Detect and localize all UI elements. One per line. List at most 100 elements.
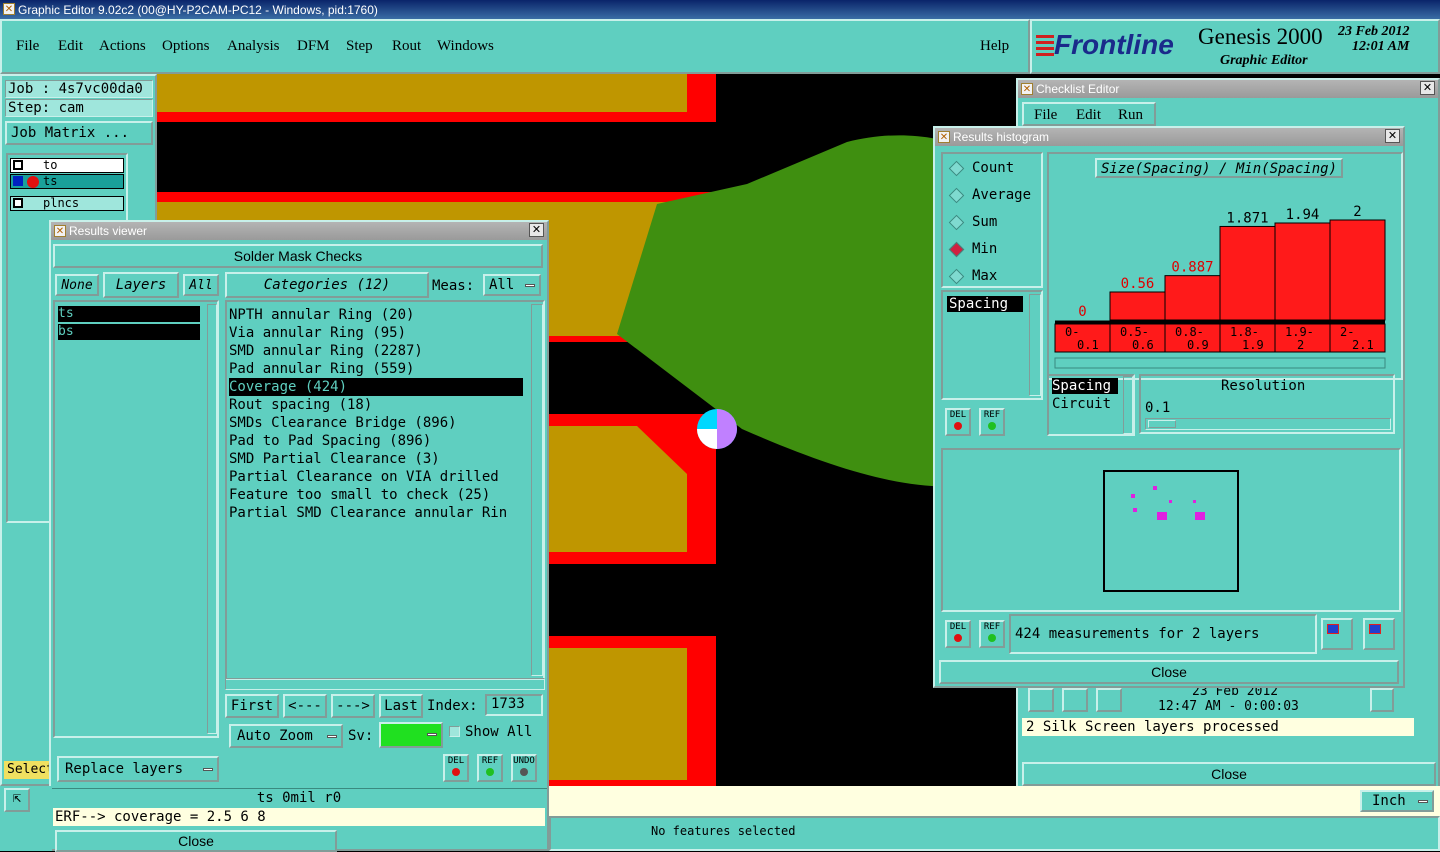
mode-sum-radio[interactable]: Sum xyxy=(948,214,997,230)
histogram-bar[interactable] xyxy=(1164,275,1221,321)
sv-select[interactable] xyxy=(379,722,443,748)
next-button[interactable]: ---> xyxy=(331,694,375,718)
category-item[interactable]: SMD annular Ring (2287) xyxy=(229,342,523,360)
ref-button[interactable]: REF xyxy=(477,754,503,782)
histogram-bar[interactable] xyxy=(1109,291,1166,321)
menu-actions[interactable]: Actions xyxy=(99,38,146,55)
undo-button[interactable]: UNDO xyxy=(511,754,537,782)
prev-button[interactable]: <--- xyxy=(283,694,327,718)
layer-row[interactable]: to xyxy=(10,158,124,173)
ref-button[interactable]: REF xyxy=(979,408,1005,436)
del-button[interactable]: DEL xyxy=(945,408,971,436)
list-item[interactable]: bs xyxy=(58,324,200,340)
category-item[interactable]: NPTH annular Ring (20) xyxy=(229,306,523,324)
checklist-menu-file[interactable]: File xyxy=(1034,107,1057,124)
checklist-action-icon[interactable] xyxy=(1062,688,1088,712)
checklist-close-button[interactable]: Close xyxy=(1022,762,1436,786)
mode-min-radio[interactable]: Min xyxy=(948,241,997,257)
export-icon[interactable] xyxy=(1321,618,1353,650)
checklist-action-icon[interactable] xyxy=(1096,688,1122,712)
scrollbar[interactable] xyxy=(531,304,543,676)
meas-select[interactable]: All xyxy=(483,274,541,296)
ref-button[interactable]: REF xyxy=(979,620,1005,648)
preview-map[interactable] xyxy=(1103,470,1239,592)
histogram-bar[interactable] xyxy=(1329,219,1386,321)
category-item[interactable]: Pad annular Ring (559) xyxy=(229,360,523,378)
close-icon[interactable]: ✕ xyxy=(1385,129,1400,143)
pointer-icon[interactable]: ⇱ xyxy=(4,788,30,812)
mode-panel: Count Average Sum Min Max xyxy=(941,152,1043,288)
del-button[interactable]: DEL xyxy=(945,620,971,648)
histogram-scrollbar[interactable] xyxy=(1054,357,1386,369)
checklist-action-icon[interactable] xyxy=(1028,688,1054,712)
mode-average-radio[interactable]: Average xyxy=(948,187,1031,203)
dropdown-icon xyxy=(327,735,337,738)
close-icon[interactable]: ✕ xyxy=(529,223,544,237)
list-item[interactable]: ts xyxy=(58,306,200,322)
units-select[interactable]: Inch xyxy=(1360,790,1434,812)
scrollbar[interactable] xyxy=(1123,376,1133,434)
menu-rout[interactable]: Rout xyxy=(392,38,421,55)
layer-checkbox[interactable] xyxy=(13,160,23,170)
category-item[interactable]: Via annular Ring (95) xyxy=(229,324,523,342)
layer-checkbox[interactable] xyxy=(13,198,23,208)
result-marker xyxy=(1133,508,1137,512)
category-item[interactable]: SMDs Clearance Bridge (896) xyxy=(229,414,523,432)
scrollbar[interactable] xyxy=(207,304,217,734)
list-item[interactable]: Circuit xyxy=(1052,396,1118,412)
histogram-bar[interactable] xyxy=(1219,225,1276,321)
show-all-checkbox[interactable] xyxy=(449,726,460,737)
category-item[interactable]: Pad to Pad Spacing (896) xyxy=(229,432,523,450)
histogram-close-button[interactable]: Close xyxy=(939,660,1399,684)
select-label[interactable]: Select xyxy=(4,761,54,779)
scrollbar[interactable] xyxy=(1029,294,1041,396)
menu-help[interactable]: Help xyxy=(980,38,1009,55)
mode-max-radio[interactable]: Max xyxy=(948,268,997,284)
categories-button[interactable]: Categories (12) xyxy=(225,272,429,298)
list-item[interactable]: Spacing xyxy=(1052,378,1118,394)
replace-layers-select[interactable]: Replace layers xyxy=(57,756,219,782)
menu-file[interactable]: File xyxy=(16,38,39,55)
layers-button[interactable]: Layers xyxy=(103,272,179,298)
bar-value-label: 0.887 xyxy=(1171,260,1213,276)
resolution-slider[interactable] xyxy=(1145,418,1391,430)
menu-analysis[interactable]: Analysis xyxy=(227,38,280,55)
category-item[interactable]: Coverage (424) xyxy=(229,378,523,396)
all-button[interactable]: All xyxy=(183,274,219,296)
import-icon[interactable] xyxy=(1363,618,1395,650)
menu-step[interactable]: Step xyxy=(346,38,373,55)
first-button[interactable]: First xyxy=(225,694,279,718)
checklist-menu-run[interactable]: Run xyxy=(1118,107,1143,124)
category-item[interactable]: Partial SMD Clearance annular Rin xyxy=(229,504,523,522)
histogram-bar[interactable] xyxy=(1274,222,1331,321)
horizontal-scrollbar[interactable] xyxy=(225,678,545,690)
menu-dfm[interactable]: DFM xyxy=(297,38,330,55)
menu-edit[interactable]: Edit xyxy=(58,38,83,55)
layer-row[interactable]: ts xyxy=(10,174,124,189)
job-matrix-button[interactable]: Job Matrix ... xyxy=(5,121,153,145)
auto-zoom-select[interactable]: Auto Zoom xyxy=(229,724,343,748)
category-item[interactable]: Feature too small to check (25) xyxy=(229,486,523,504)
results-viewer-close-button[interactable]: Close xyxy=(55,830,337,852)
show-all-label: Show All xyxy=(465,724,533,740)
menu-options[interactable]: Options xyxy=(162,38,210,55)
close-icon[interactable]: ✕ xyxy=(1420,81,1435,95)
menu-windows[interactable]: Windows xyxy=(437,38,494,55)
ref-label: REF xyxy=(983,410,1001,420)
mode-count-radio[interactable]: Count xyxy=(948,160,1014,176)
last-button[interactable]: Last xyxy=(379,694,423,718)
category-item[interactable]: Partial Clearance on VIA drilled xyxy=(229,468,523,486)
layer-checkbox[interactable] xyxy=(13,176,23,186)
slider-handle[interactable] xyxy=(1148,420,1176,428)
category-item[interactable]: SMD Partial Clearance (3) xyxy=(229,450,523,468)
ref-icon xyxy=(988,422,996,430)
category-label: 0.6 xyxy=(1132,338,1154,352)
list-item[interactable]: Spacing xyxy=(947,296,1023,312)
del-button[interactable]: DEL xyxy=(443,754,469,782)
checklist-menu-edit[interactable]: Edit xyxy=(1076,107,1101,124)
index-input[interactable]: 1733 xyxy=(485,694,543,716)
category-item[interactable]: Rout spacing (18) xyxy=(229,396,523,414)
zoom-icon[interactable] xyxy=(1370,688,1394,712)
layer-row[interactable]: plncs xyxy=(10,196,124,211)
none-button[interactable]: None xyxy=(55,274,99,296)
